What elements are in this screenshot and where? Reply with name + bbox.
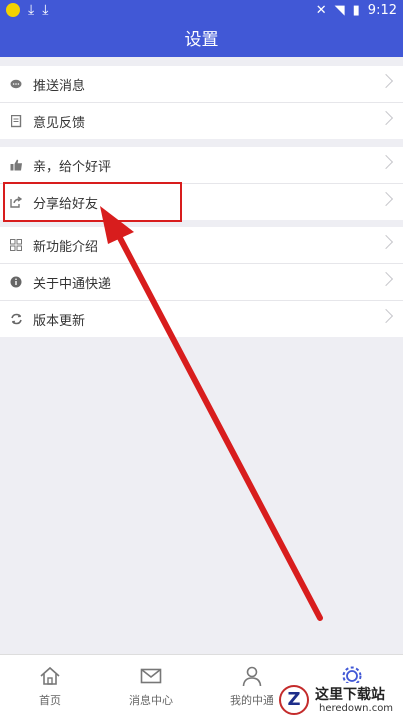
person-icon	[242, 666, 262, 687]
watermark-logo: Z	[279, 685, 309, 715]
home-icon	[40, 666, 60, 685]
tab-label: 首页	[39, 694, 61, 707]
annotation-arrow	[100, 206, 323, 621]
tab-messages[interactable]: 消息中心	[111, 665, 191, 708]
mail-icon	[140, 668, 162, 684]
watermark-badge: Z 这里下载站 heredown.com	[273, 683, 403, 718]
watermark-domain: heredown.com	[319, 703, 394, 714]
tab-home[interactable]: 首页	[10, 665, 90, 708]
tab-label: 消息中心	[129, 694, 173, 707]
watermark-brand: 这里下载站	[315, 687, 385, 703]
